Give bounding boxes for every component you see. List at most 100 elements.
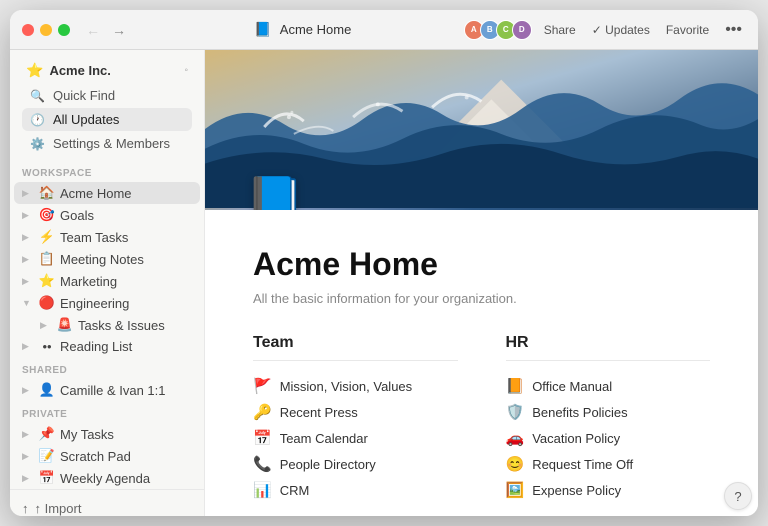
sidebar-all-updates[interactable]: 🕐 All Updates xyxy=(22,108,192,131)
hr-item-vacation[interactable]: 🚗 Vacation Policy xyxy=(506,425,711,451)
sidebar-item-marketing[interactable]: ▶ ⭐ Marketing xyxy=(14,270,200,292)
close-button[interactable] xyxy=(22,24,34,36)
page-subtitle: All the basic information for your organ… xyxy=(253,291,710,306)
sidebar-settings[interactable]: ⚙️ Settings & Members xyxy=(22,132,192,155)
benefits-icon: 🛡️ xyxy=(506,403,525,421)
content-area: 📘 Acme Home All the basic information fo… xyxy=(205,50,758,516)
favorite-button[interactable]: Favorite xyxy=(662,21,713,39)
page-icon-weekly-agenda: 📅 xyxy=(38,470,56,486)
minimize-button[interactable] xyxy=(40,24,52,36)
expense-label: Expense Policy xyxy=(532,483,621,498)
page-emoji-icon: 📘 xyxy=(245,176,305,210)
sidebar-item-engineering[interactable]: ▼ 🔴 Engineering xyxy=(14,292,200,314)
sidebar-item-camille-ivan[interactable]: ▶ 👤 Camille & Ivan 1:1 xyxy=(14,379,200,401)
import-button[interactable]: ↑ ↑ Import xyxy=(14,496,200,516)
sidebar-quick-find[interactable]: 🔍 Quick Find xyxy=(22,84,192,107)
office-manual-icon: 📙 xyxy=(506,377,525,395)
sidebar-label-scratch-pad: Scratch Pad xyxy=(60,449,196,464)
page-icon-scratch-pad: 📝 xyxy=(38,448,56,464)
sidebar-item-reading-list[interactable]: ▶ •• Reading List xyxy=(14,336,200,357)
team-column: Team 🚩 Mission, Vision, Values 🔑 Recent … xyxy=(253,334,458,503)
sidebar-top: ⭐ Acme Inc. ◦ 🔍 Quick Find 🕐 All Updates… xyxy=(10,50,204,160)
clock-icon: 🕐 xyxy=(30,113,45,127)
titlebar-actions: A B C D Share ✓ Updates Favorite ••• xyxy=(468,19,746,41)
team-item-people-directory[interactable]: 📞 People Directory xyxy=(253,451,458,477)
back-button[interactable]: ← xyxy=(82,20,104,40)
forward-button[interactable]: → xyxy=(108,20,130,40)
updates-button[interactable]: ✓ Updates xyxy=(588,21,654,39)
sidebar-label-tasks-issues: Tasks & Issues xyxy=(78,318,196,333)
import-label: ↑ Import xyxy=(35,501,82,516)
workspace-icon: ⭐ xyxy=(26,62,43,79)
caret-icon: ▶ xyxy=(22,188,34,199)
hr-header: HR xyxy=(506,334,711,361)
directory-icon: 📞 xyxy=(253,455,272,473)
caret-icon: ▶ xyxy=(40,320,52,331)
caret-icon: ▶ xyxy=(22,451,34,462)
sidebar-label-team-tasks: Team Tasks xyxy=(60,230,196,245)
main-area: ⭐ Acme Inc. ◦ 🔍 Quick Find 🕐 All Updates… xyxy=(10,50,758,516)
calendar-icon: 📅 xyxy=(253,429,272,447)
sidebar-item-meeting-notes[interactable]: ▶ 📋 Meeting Notes xyxy=(14,248,200,270)
page-icon-tasks-issues: 🚨 xyxy=(56,317,74,333)
search-icon: 🔍 xyxy=(30,89,45,103)
office-manual-label: Office Manual xyxy=(532,379,612,394)
team-item-mission[interactable]: 🚩 Mission, Vision, Values xyxy=(253,373,458,399)
sidebar-label-meeting-notes: Meeting Notes xyxy=(60,252,196,267)
hero-banner: 📘 xyxy=(205,50,758,210)
nav-buttons: ← → xyxy=(82,20,130,40)
sidebar-item-team-tasks[interactable]: ▶ ⚡ Team Tasks xyxy=(14,226,200,248)
hr-column: HR 📙 Office Manual 🛡️ Benefits Policies … xyxy=(506,334,711,503)
time-off-icon: 😊 xyxy=(506,455,525,473)
expense-icon: 🖼️ xyxy=(506,481,525,499)
caret-icon: ▶ xyxy=(22,232,34,243)
import-icon: ↑ xyxy=(22,501,29,516)
crm-label: CRM xyxy=(280,483,310,498)
sidebar-item-my-tasks[interactable]: ▶ 📌 My Tasks xyxy=(14,423,200,445)
page-icon-team-tasks: ⚡ xyxy=(38,229,56,245)
sidebar-item-goals[interactable]: ▶ 🎯 Goals xyxy=(14,204,200,226)
gear-icon: ⚙️ xyxy=(30,137,45,151)
tab-title: Acme Home xyxy=(280,22,352,37)
hr-item-office-manual[interactable]: 📙 Office Manual xyxy=(506,373,711,399)
caret-icon: ▶ xyxy=(22,385,34,396)
team-item-team-calendar[interactable]: 📅 Team Calendar xyxy=(253,425,458,451)
app-window: ← → 📘 Acme Home A B C D Share ✓ Updates … xyxy=(10,10,758,516)
workspace-caret-icon: ◦ xyxy=(184,65,188,76)
help-button[interactable]: ? xyxy=(724,482,752,510)
hr-item-benefits[interactable]: 🛡️ Benefits Policies xyxy=(506,399,711,425)
mission-icon: 🚩 xyxy=(253,377,272,395)
sidebar-item-scratch-pad[interactable]: ▶ 📝 Scratch Pad xyxy=(14,445,200,467)
sidebar-label-engineering: Engineering xyxy=(60,296,196,311)
avatar-group: A B C D xyxy=(468,20,532,40)
caret-icon: ▶ xyxy=(22,254,34,265)
sidebar-label-acme-home: Acme Home xyxy=(60,186,196,201)
page-icon-marketing: ⭐ xyxy=(38,273,56,289)
page-icon-goals: 🎯 xyxy=(38,207,56,223)
sidebar-item-weekly-agenda[interactable]: ▶ 📅 Weekly Agenda xyxy=(14,467,200,489)
team-item-crm[interactable]: 📊 CRM xyxy=(253,477,458,503)
page-icon-container: 📘 xyxy=(245,173,305,210)
workspace-name: Acme Inc. xyxy=(49,63,110,78)
columns-grid: Team 🚩 Mission, Vision, Values 🔑 Recent … xyxy=(253,334,710,503)
avatar-4: D xyxy=(512,20,532,40)
workspace-title[interactable]: ⭐ Acme Inc. ◦ xyxy=(18,58,196,83)
sidebar-item-tasks-issues[interactable]: ▶ 🚨 Tasks & Issues xyxy=(14,314,200,336)
more-button[interactable]: ••• xyxy=(721,19,746,41)
page-icon-meeting-notes: 📋 xyxy=(38,251,56,267)
team-item-recent-press[interactable]: 🔑 Recent Press xyxy=(253,399,458,425)
page-title: Acme Home xyxy=(253,246,710,283)
sidebar-label-marketing: Marketing xyxy=(60,274,196,289)
caret-icon: ▶ xyxy=(22,341,34,352)
sidebar-item-acme-home[interactable]: ▶ 🏠 Acme Home xyxy=(14,182,200,204)
sidebar-label-goals: Goals xyxy=(60,208,196,223)
maximize-button[interactable] xyxy=(58,24,70,36)
quick-find-label: Quick Find xyxy=(53,88,115,103)
sidebar-label-reading-list: Reading List xyxy=(60,339,196,354)
share-button[interactable]: Share xyxy=(540,21,580,39)
caret-icon: ▶ xyxy=(22,210,34,221)
hr-item-time-off[interactable]: 😊 Request Time Off xyxy=(506,451,711,477)
caret-icon: ▶ xyxy=(22,276,34,287)
hr-item-expense[interactable]: 🖼️ Expense Policy xyxy=(506,477,711,503)
team-header: Team xyxy=(253,334,458,361)
